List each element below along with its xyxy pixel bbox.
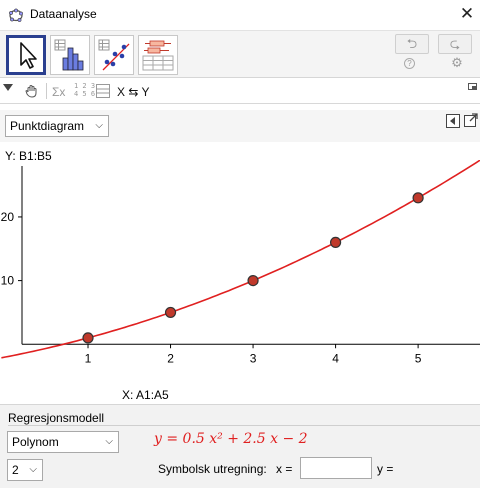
x-tick-label: 3: [250, 351, 257, 365]
data-panel-icon[interactable]: [96, 84, 110, 98]
x-tick-label: 4: [332, 351, 339, 365]
histogram-icon: [54, 39, 84, 71]
cursor-icon: [20, 42, 37, 69]
swap-xy-button[interactable]: X ⇆ Y: [117, 85, 150, 99]
scatter-chart: Y: B1:B5 X: A1:A5 1 2 3 4 5 10 20: [1, 149, 480, 402]
redo-button[interactable]: ⮎: [438, 34, 472, 54]
dock-icon[interactable]: [468, 82, 478, 92]
data-point: [82, 332, 94, 344]
degree-label: 2: [12, 463, 19, 477]
x-tick-label: 2: [167, 351, 174, 365]
statistics-icon[interactable]: Σx: [52, 85, 65, 99]
data-table-digits-top: 1 2 3: [74, 82, 96, 90]
select-mode-button[interactable]: [6, 35, 46, 75]
symbolic-label: Symbolsk utregning:: [158, 462, 267, 476]
regression-panel: Regresjonsmodell Polynom ⌵ y = 0.5 x² + …: [0, 404, 480, 488]
regression-model-label: Polynom: [12, 435, 59, 449]
geogebra-logo-icon: [9, 8, 23, 22]
axes: [21, 166, 480, 345]
chevron-down-icon: ⌵: [95, 120, 103, 131]
previous-icon[interactable]: [446, 114, 460, 128]
y-tick-label: 10: [1, 274, 15, 288]
scatterplot-icon: [98, 39, 130, 71]
regression-model-dropdown[interactable]: Polynom ⌵: [7, 431, 119, 453]
title-bar: Dataanalyse ✕: [0, 0, 480, 30]
data-table-icon[interactable]: 1 2 3 4 5 6: [74, 82, 95, 98]
plot-type-label: Punktdiagram: [10, 119, 85, 133]
data-points: [82, 192, 424, 344]
multi-variable-mode-button[interactable]: [138, 35, 178, 75]
x-source-label: X: A1:A5: [122, 388, 169, 402]
hand-icon[interactable]: [24, 83, 40, 99]
two-variable-mode-button[interactable]: [94, 35, 134, 75]
one-variable-mode-button[interactable]: [50, 35, 90, 75]
data-table-digits-bottom: 4 5 6: [74, 90, 96, 98]
regression-curve: [1, 160, 480, 359]
x-value-input[interactable]: [300, 457, 372, 479]
data-point: [164, 306, 177, 319]
axis-ticks: 1 2 3 4 5 10 20: [1, 210, 422, 365]
help-icon[interactable]: ?: [404, 58, 415, 69]
y-source-label: Y: B1:B5: [5, 149, 52, 163]
triangle-down-icon[interactable]: [3, 84, 13, 92]
y-tick-label: 20: [1, 210, 15, 224]
undo-button[interactable]: ⮌: [395, 34, 429, 54]
separator: [46, 83, 47, 99]
plot-type-dropdown[interactable]: Punktdiagram ⌵: [5, 115, 109, 137]
x-input-label: x =: [276, 462, 293, 476]
mode-toolbar: ⮌ ⮎ ? ⚙: [0, 30, 480, 78]
settings-icon[interactable]: ⚙: [449, 55, 465, 71]
chevron-down-icon: ⌵: [29, 464, 37, 475]
chevron-down-icon: ⌵: [105, 436, 113, 447]
divider: [8, 425, 480, 426]
window-title: Dataanalyse: [30, 7, 97, 21]
x-tick-label: 5: [415, 351, 422, 365]
regression-equation: y = 0.5 x² + 2.5 x − 2: [154, 431, 308, 447]
regression-line: [1, 160, 480, 359]
options-toolbar: Σx 1 2 3 4 5 6 X ⇆ Y: [0, 79, 480, 104]
close-button[interactable]: ✕: [456, 3, 478, 25]
plot-type-row: Punktdiagram ⌵: [0, 110, 480, 142]
data-point: [247, 275, 259, 287]
boxplot-icon: [142, 40, 174, 71]
y-output-label: y =: [377, 462, 394, 476]
regression-title: Regresjonsmodell: [8, 411, 105, 425]
data-point: [329, 236, 342, 249]
polynomial-degree-dropdown[interactable]: 2 ⌵: [7, 459, 43, 481]
data-point: [412, 192, 424, 204]
data-analysis-window: Dataanalyse ✕ ⮌ ⮎ ? ⚙ Σx 1 2 3 4 5 6 X ⇆…: [0, 0, 480, 488]
export-icon[interactable]: [464, 113, 478, 128]
x-tick-label: 1: [85, 351, 92, 365]
